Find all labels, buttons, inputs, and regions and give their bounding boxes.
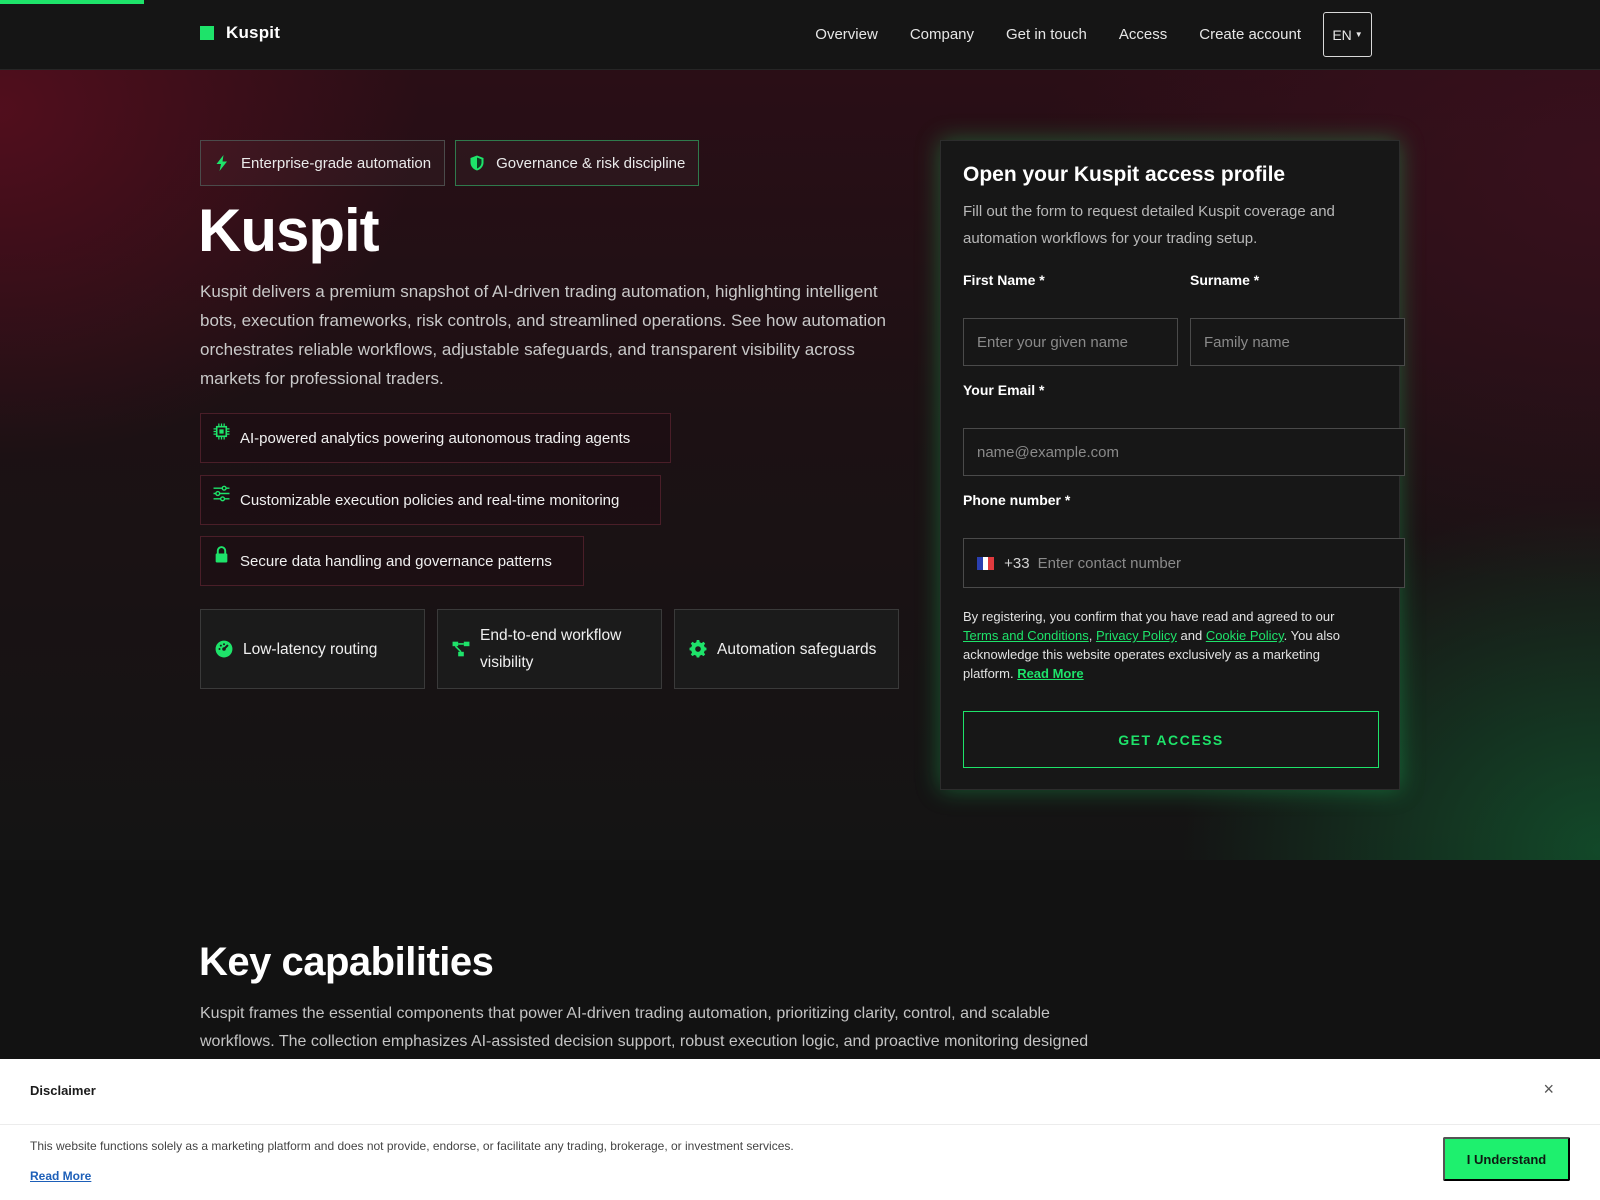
capabilities-title: Key capabilities [199,940,494,984]
disclaimer-header: Disclaimer × [0,1059,1600,1125]
phone-country-code[interactable]: +33 [1004,555,1029,572]
nav-company[interactable]: Company [910,13,974,57]
feature-label: Secure data handling and governance patt… [240,552,552,570]
privacy-link[interactable]: Privacy Policy [1096,628,1177,643]
workflow-icon [452,641,470,657]
hero-pills: Enterprise-grade automation Governance &… [200,140,700,186]
language-code: EN [1332,26,1352,43]
nav-create-account[interactable]: Create account [1199,13,1301,57]
email-label: Your Email * [963,382,1045,398]
surname-input[interactable] [1204,333,1404,351]
surname-field[interactable] [1190,318,1405,366]
surname-label: Surname * [1190,272,1260,288]
card-low-latency: Low-latency routing [200,609,425,689]
pill-label: Governance & risk discipline [496,154,686,172]
feature-item: AI-powered analytics powering autonomous… [200,413,671,463]
nav-overview[interactable]: Overview [815,13,878,57]
gauge-icon [215,640,233,658]
pill-governance: Governance & risk discipline [455,140,700,186]
phone-input[interactable] [1037,554,1404,572]
brand-square-icon [200,26,214,40]
get-access-button[interactable]: GET ACCESS [963,711,1379,768]
form-title: Open your Kuspit access profile [963,163,1286,186]
close-icon[interactable]: × [1543,1079,1554,1100]
i-understand-button[interactable]: I Understand [1443,1137,1570,1181]
cookie-link[interactable]: Cookie Policy [1206,628,1284,643]
first-name-label: First Name * [963,272,1045,288]
card-label: Low-latency routing [243,640,378,658]
pill-automation: Enterprise-grade automation [200,140,446,186]
chip-icon [213,423,230,439]
language-selector[interactable]: EN ▼ [1323,12,1372,57]
email-input[interactable] [977,443,1404,461]
form-subtitle: Fill out the form to request detailed Ku… [963,203,1335,247]
feature-label: AI-powered analytics powering autonomous… [240,429,631,447]
gear-icon [689,640,707,658]
pill-label: Enterprise-grade automation [241,154,432,172]
legal-text: and [1176,628,1206,643]
disclaimer-read-more-link[interactable]: Read More [30,1169,91,1183]
shield-icon [470,155,484,171]
card-workflow: End-to-end workflow visibility [437,609,662,689]
disclaimer-banner: Disclaimer × This website functions sole… [0,1059,1600,1200]
caret-down-icon: ▼ [1354,30,1363,39]
hero-description: Kuspit delivers a premium snapshot of AI… [200,282,887,388]
capability-cards: Low-latency routing End-to-end workflow … [200,609,899,689]
sliders-icon [213,485,230,501]
terms-link[interactable]: Terms and Conditions [963,628,1089,643]
email-field[interactable] [963,428,1405,476]
legal-text: , [1088,628,1096,643]
page-progress-bar [0,0,144,4]
signup-form-card: Open your Kuspit access profile Fill out… [940,140,1405,790]
phone-label: Phone number * [963,492,1071,508]
read-more-link[interactable]: Read More [1017,666,1083,681]
nav-access[interactable]: Access [1119,13,1167,57]
card-label: End-to-end workflow visibility [480,627,622,671]
feature-label: Customizable execution policies and real… [240,491,620,509]
france-flag-icon[interactable] [977,556,995,570]
main-nav: Overview Company Get in touch Access Cre… [815,12,1372,57]
nav-get-in-touch[interactable]: Get in touch [1006,13,1087,57]
legal-text: By registering, you confirm that you hav… [963,609,1335,624]
phone-field[interactable]: +33 [963,538,1405,588]
site-header: Kuspit Overview Company Get in touch Acc… [0,0,1600,70]
brand-name: Kuspit [226,23,281,42]
brand-logo[interactable]: Kuspit [200,23,280,43]
first-name-field[interactable] [963,318,1178,366]
hero-title: Kuspit [198,197,380,264]
card-label: Automation safeguards [717,640,877,658]
first-name-input[interactable] [977,333,1177,351]
lock-icon [215,545,228,562]
card-safeguards: Automation safeguards [674,609,899,689]
capabilities-description: Kuspit frames the essential components t… [200,1005,1089,1050]
lightning-icon [216,155,227,171]
feature-item: Customizable execution policies and real… [200,475,661,525]
disclaimer-text: This website functions solely as a marke… [30,1139,794,1153]
legal-notice: By registering, you confirm that you hav… [963,607,1373,683]
disclaimer-title: Disclaimer [30,1083,96,1098]
feature-item: Secure data handling and governance patt… [200,536,584,586]
